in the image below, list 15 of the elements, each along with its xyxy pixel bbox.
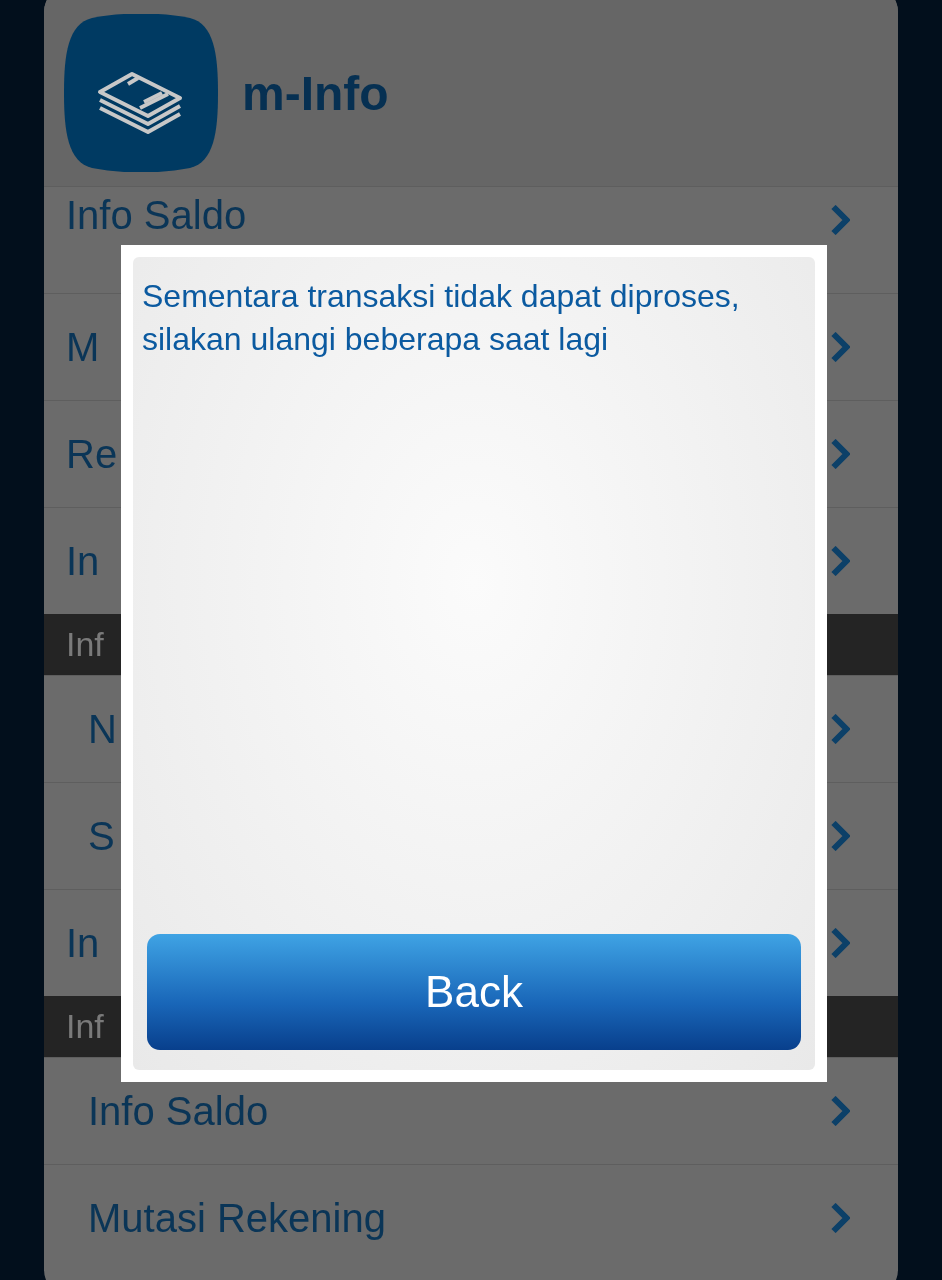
document-stack-icon bbox=[62, 14, 220, 172]
chevron-right-icon bbox=[830, 821, 850, 851]
chevron-right-icon bbox=[830, 205, 850, 235]
menu-item[interactable]: Mutasi Rekening bbox=[44, 1164, 898, 1271]
app-title: m-Info bbox=[242, 65, 389, 121]
chevron-right-icon bbox=[830, 1203, 850, 1233]
section-header: Inf bbox=[66, 625, 104, 664]
section-header: Inf bbox=[66, 1007, 104, 1046]
chevron-right-icon bbox=[830, 439, 850, 469]
back-button[interactable]: Back bbox=[147, 934, 801, 1050]
chevron-right-icon bbox=[830, 546, 850, 576]
chevron-right-icon bbox=[830, 714, 850, 744]
chevron-right-icon bbox=[830, 1096, 850, 1126]
chevron-right-icon bbox=[830, 928, 850, 958]
chevron-right-icon bbox=[830, 332, 850, 362]
